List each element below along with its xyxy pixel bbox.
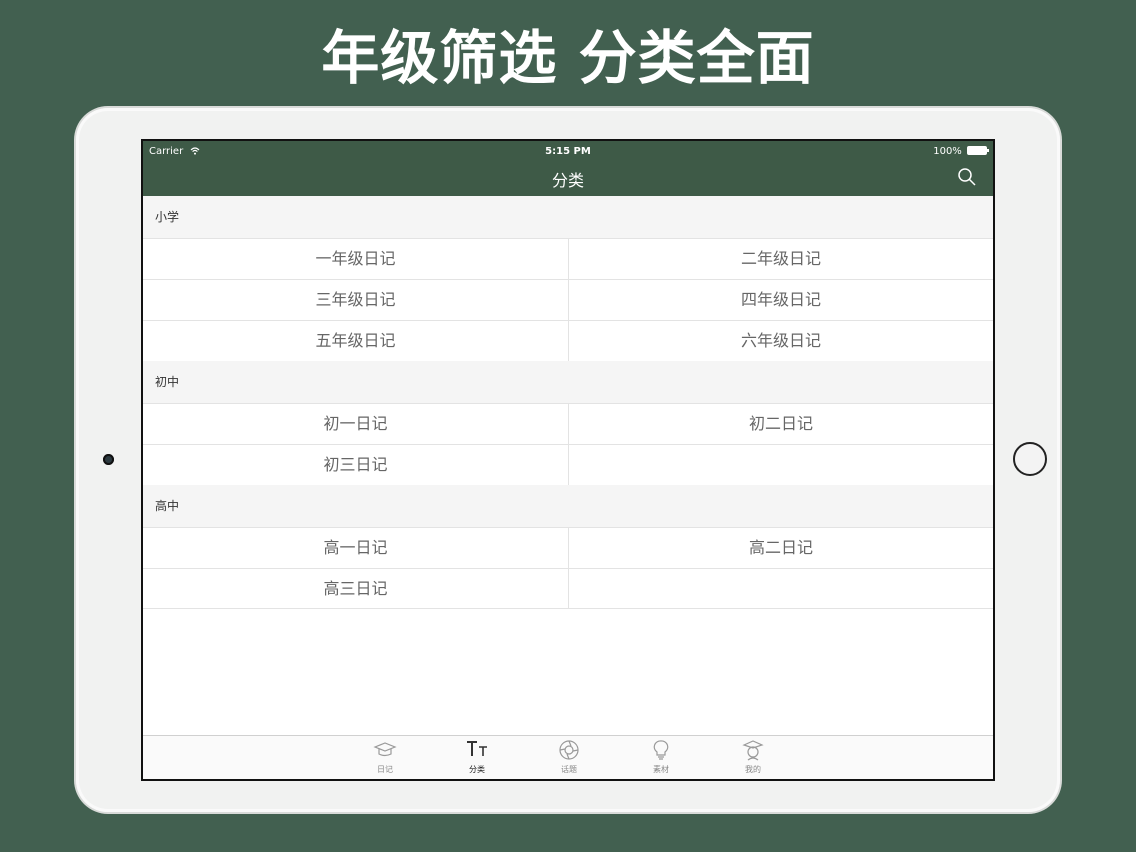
battery-icon [967,146,989,155]
tab-label: 分类 [469,765,485,774]
tab-category[interactable]: 分类 [447,738,507,775]
camera-icon [103,454,114,465]
promo-stage: 年级筛选 分类全面 Carrier 5:15 PM 100% 分类 小学 一年级… [0,0,1136,852]
category-cell[interactable]: 初三日记 [143,445,568,485]
category-cell[interactable]: 四年级日记 [568,280,993,320]
status-time: 5:15 PM [545,146,591,157]
table-row: 初三日记 [143,444,993,485]
tab-bar: 日记 分类 话题 素材 我的 [143,735,993,779]
empty-cell [568,569,993,608]
category-cell[interactable]: 初二日记 [568,404,993,444]
table-row: 高一日记 高二日记 [143,527,993,568]
promo-title: 年级筛选 分类全面 [321,24,815,92]
tab-label: 话题 [561,765,577,774]
tab-label: 素材 [653,765,669,774]
text-size-icon [467,741,487,756]
tab-material[interactable]: 素材 [631,738,691,775]
table-row: 一年级日记 二年级日记 [143,238,993,279]
category-cell[interactable]: 高三日记 [143,569,568,608]
tab-label: 日记 [377,765,393,774]
search-icon[interactable] [957,167,977,187]
category-cell[interactable]: 三年级日记 [143,280,568,320]
student-avatar-icon [742,740,764,761]
aperture-icon [559,740,579,760]
navigation-bar: Carrier 5:15 PM 100% 分类 [143,141,993,196]
tab-label: 我的 [745,765,761,774]
home-button[interactable] [1013,442,1047,476]
category-list: 小学 一年级日记 二年级日记 三年级日记 四年级日记 五年级日记 六年级日记 初… [143,196,993,609]
tab-topic[interactable]: 话题 [539,738,599,775]
category-cell[interactable]: 二年级日记 [568,239,993,279]
empty-cell [568,445,993,485]
graduation-cap-icon [373,742,397,757]
status-battery: 100% [933,146,989,157]
table-row: 高三日记 [143,568,993,609]
page-title: 分类 [551,171,584,190]
category-cell[interactable]: 初一日记 [143,404,568,444]
section-header-senior: 高中 [143,485,993,527]
table-row: 三年级日记 四年级日记 [143,279,993,320]
category-cell[interactable]: 一年级日记 [143,239,568,279]
category-cell[interactable]: 高一日记 [143,528,568,568]
section-header-primary: 小学 [143,196,993,238]
tab-diary[interactable]: 日记 [355,738,415,775]
battery-percent: 100% [933,146,962,157]
category-cell[interactable]: 高二日记 [568,528,993,568]
table-row: 五年级日记 六年级日记 [143,320,993,361]
table-row: 初一日记 初二日记 [143,403,993,444]
category-cell[interactable]: 六年级日记 [568,321,993,361]
section-header-junior: 初中 [143,361,993,403]
app-screen: Carrier 5:15 PM 100% 分类 小学 一年级日记 二年级日记 三… [141,139,995,781]
category-cell[interactable]: 五年级日记 [143,321,568,361]
tab-mine[interactable]: 我的 [723,738,783,775]
lightbulb-icon [653,740,669,760]
